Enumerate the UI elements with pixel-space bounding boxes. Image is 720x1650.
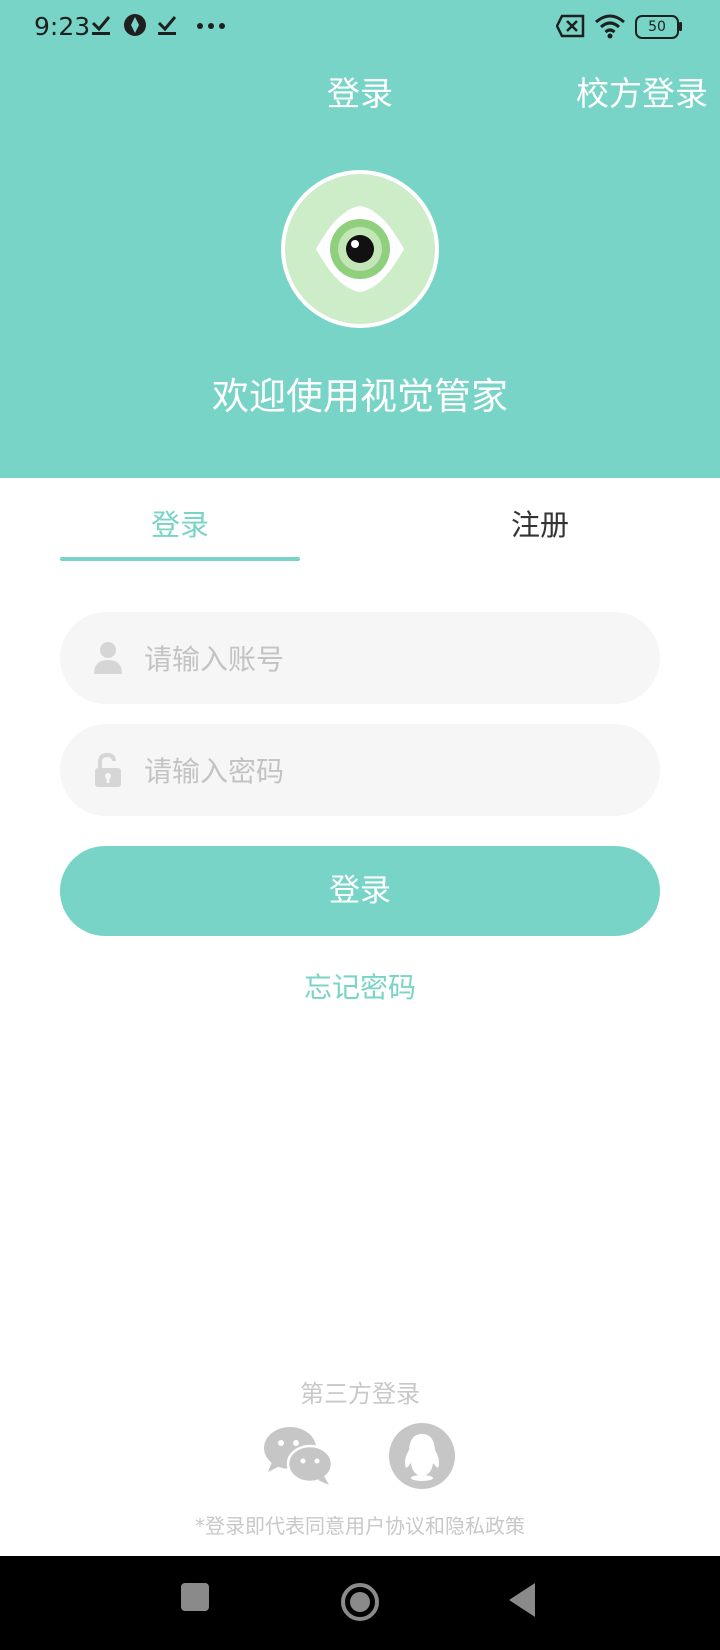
account-field[interactable] bbox=[60, 612, 660, 706]
lock-icon bbox=[95, 752, 121, 787]
app-notification-icon bbox=[124, 14, 146, 36]
header: 9:23 50 登录 校方登录 欢迎使用视觉管家 bbox=[0, 0, 720, 478]
battery-indicator: 50 bbox=[635, 15, 679, 39]
user-icon bbox=[94, 642, 122, 674]
password-input[interactable] bbox=[142, 724, 626, 818]
page-title: 登录 bbox=[327, 74, 393, 113]
agreement-text: *登录即代表同意用户协议和隐私政策 bbox=[195, 1514, 525, 1538]
third-party-title: 第三方登录 bbox=[300, 1380, 420, 1408]
check-download-icon bbox=[91, 16, 111, 35]
recents-icon[interactable] bbox=[181, 1583, 209, 1611]
sim-off-icon bbox=[556, 14, 585, 38]
check-download-icon-2 bbox=[157, 16, 177, 35]
status-bar: 9:23 50 bbox=[0, 0, 720, 54]
wechat-icon[interactable] bbox=[262, 1424, 334, 1488]
back-icon[interactable] bbox=[509, 1583, 537, 1617]
system-navigation-bar bbox=[0, 1556, 720, 1650]
qq-icon[interactable] bbox=[388, 1422, 456, 1490]
account-input[interactable] bbox=[142, 612, 626, 706]
active-tab-indicator bbox=[60, 557, 300, 561]
status-time: 9:23 bbox=[34, 12, 91, 41]
battery-level: 50 bbox=[648, 19, 666, 35]
login-button[interactable]: 登录 bbox=[60, 846, 660, 936]
forgot-password-link[interactable]: 忘记密码 bbox=[0, 966, 720, 1006]
school-login-link[interactable]: 校方登录 bbox=[576, 67, 708, 115]
tab-register[interactable]: 注册 bbox=[420, 502, 660, 544]
home-icon[interactable] bbox=[340, 1582, 380, 1622]
battery-cap bbox=[679, 22, 682, 31]
password-field[interactable] bbox=[60, 724, 660, 818]
login-register-tabs: 登录 注册 bbox=[0, 478, 720, 564]
wifi-icon bbox=[595, 14, 625, 39]
eye-logo bbox=[281, 170, 439, 328]
welcome-text: 欢迎使用视觉管家 bbox=[212, 375, 508, 418]
more-dots-icon bbox=[197, 23, 225, 29]
tab-login[interactable]: 登录 bbox=[60, 502, 300, 544]
